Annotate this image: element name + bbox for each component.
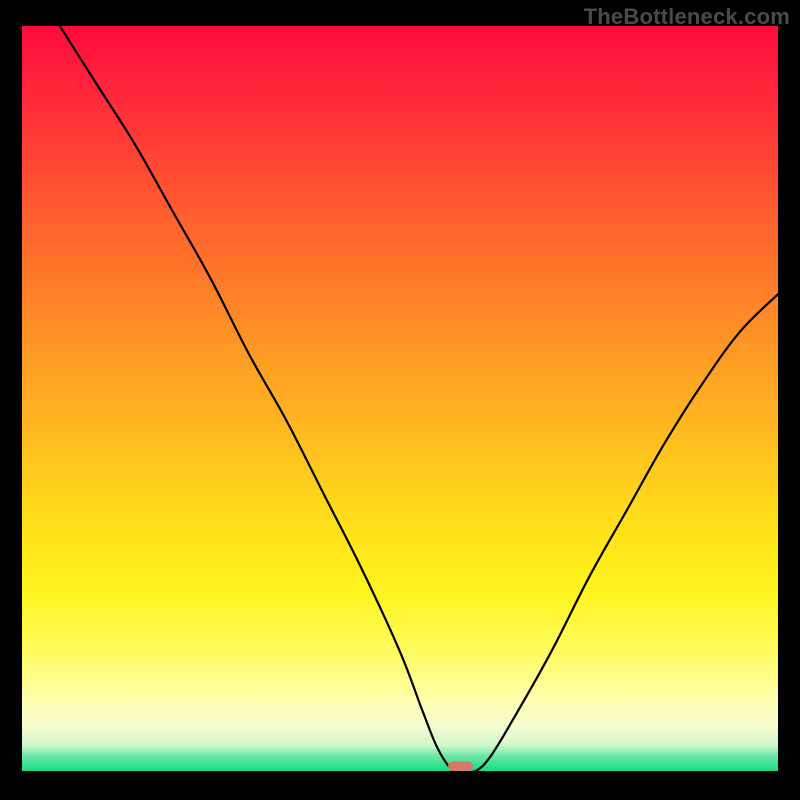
watermark-text: TheBottleneck.com <box>584 4 790 30</box>
optimal-point-marker <box>448 761 473 771</box>
chart-frame: TheBottleneck.com <box>0 0 800 800</box>
bottleneck-curve <box>60 26 778 771</box>
plot-area <box>22 26 778 771</box>
chart-svg <box>22 26 778 771</box>
